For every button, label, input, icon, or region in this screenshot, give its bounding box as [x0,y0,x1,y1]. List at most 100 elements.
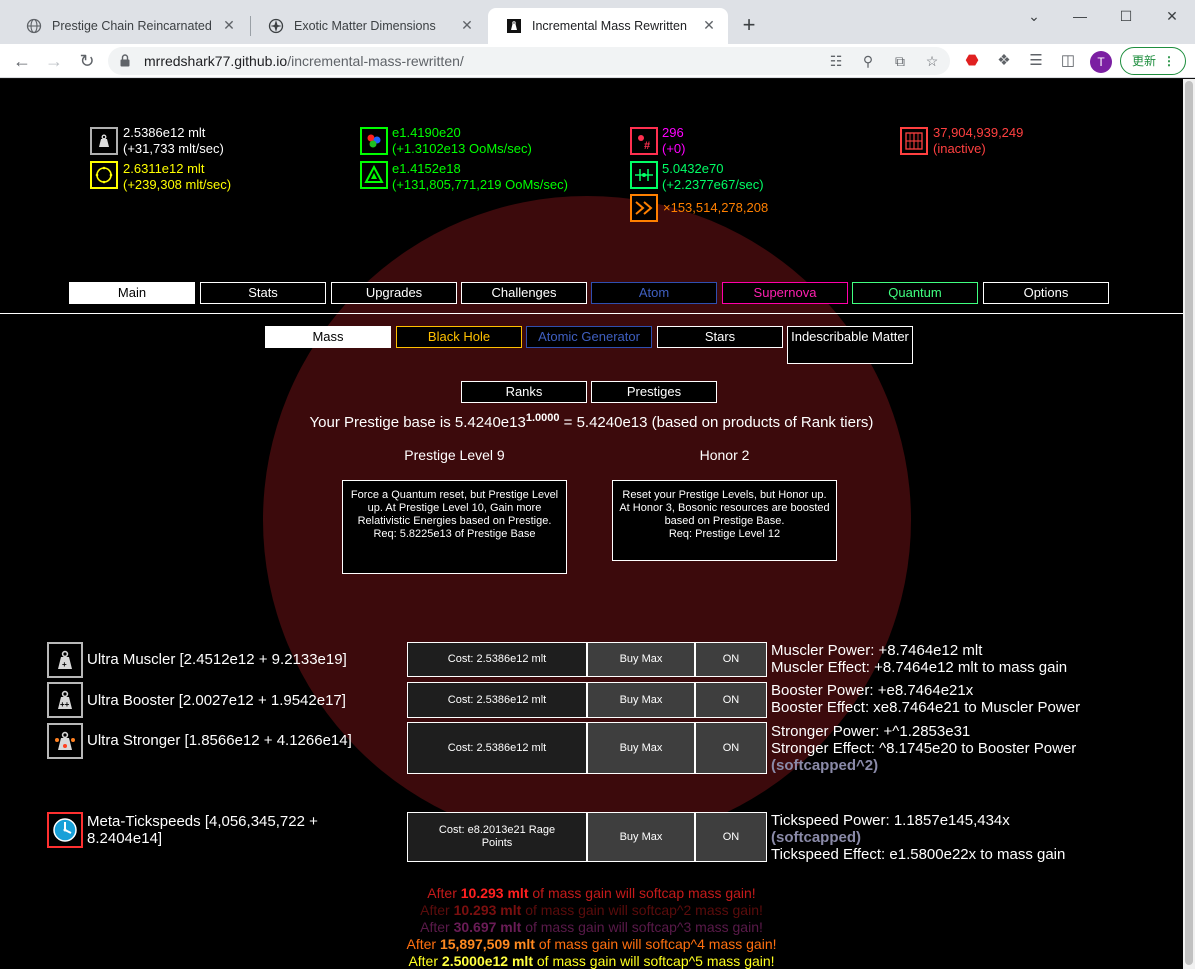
softcap-value: 10.293 mlt [453,902,522,918]
upgrade-cost-button[interactable]: Cost: 2.5386e12 mlt [407,722,587,774]
subtab-black-hole[interactable]: Black Hole [396,326,522,348]
lock-icon [120,54,130,67]
tab-search-icon[interactable]: ⌄ [1011,4,1057,28]
quarks-rate: (+1.3102e13 OoMs/sec) [392,141,532,156]
close-tab-icon[interactable]: ✕ [458,17,476,34]
subtab-ranks[interactable]: Ranks [461,381,587,403]
effect-power: Booster Power: +e8.7464e21x [771,682,974,699]
subtab-stars[interactable]: Stars [657,326,783,348]
close-tab-icon[interactable]: ✕ [700,17,718,34]
upgrade-effect: Muscler Power: +8.7464e12 mlt Muscler Ef… [771,642,1067,676]
honor-button[interactable]: Reset your Prestige Levels, but Honor up… [612,480,837,561]
globe-icon [26,18,42,34]
browser-tab-strip: Prestige Chain Reincarnated ✕ Exotic Mat… [0,0,1195,44]
side-panel-icon[interactable]: ◫ [1058,51,1078,71]
auto-toggle-button[interactable]: ON [695,642,767,677]
buy-max-button[interactable]: Buy Max [587,812,695,862]
supernova-value: 296 [662,125,684,140]
buy-max-button[interactable]: Buy Max [587,682,695,718]
softcap-value: 15,897,509 mlt [439,936,535,952]
stronger-weight-icon [47,723,83,759]
softcap-notice: After 30.697 mlt of mass gain will softc… [0,919,1183,936]
address-bar[interactable]: mrredshark77.github.io/incremental-mass-… [108,47,950,75]
adblock-extension-icon[interactable]: ⬣ [962,51,982,71]
softcap-text: of mass gain will softcap^4 mass gain! [534,936,777,952]
tickspeed-name: Meta-Tickspeeds [4,056,345,722 + 8.2404e… [87,813,318,847]
subtab-indescribable-matter[interactable]: Indescribable Matter [787,326,913,364]
translate-icon[interactable]: ☷ [826,51,846,71]
scrollbar-thumb[interactable] [1185,81,1193,965]
extensions-puzzle-icon[interactable]: ❖ [994,51,1014,71]
tab-exotic-matter[interactable]: Exotic Matter Dimensions ✕ [250,8,486,44]
softcap-notice: After 2.5000e12 mlt of mass gain will so… [0,953,1183,969]
new-tab-button[interactable]: + [738,14,760,36]
supernova-count-icon: # [630,127,658,155]
page-scrollbar[interactable] [1183,79,1195,969]
maximize-button[interactable]: ☐ [1103,4,1149,28]
forward-button[interactable]: → [42,49,66,73]
share-icon[interactable]: ⧉ [890,51,910,71]
effect-value: Muscler Effect: +8.7464e12 mlt to mass g… [771,659,1068,676]
honor-req: Req: Prestige Level 12 [668,528,781,540]
softcap-text: of mass gain will softcap^2 mass gain! [521,902,763,918]
subtab-prestiges[interactable]: Prestiges [591,381,717,403]
upgrade-cost-button[interactable]: Cost: 2.5386e12 mlt [407,682,587,718]
inactive-amount: 37,904,939,249 (inactive) [933,125,1023,157]
tickspeed-effect-value: Tickspeed Effect: e1.5800e22x to mass ga… [771,846,1066,863]
upgrade-effect: Booster Power: +e8.7464e21x Booster Effe… [771,682,1080,716]
update-button[interactable]: 更新 ⋮ [1120,47,1186,75]
prestige-base-line: Your Prestige base is 5.4240e131.0000 = … [0,412,1183,431]
quantum-rate: (+2.2377e67/sec) [662,177,764,192]
auto-toggle-button[interactable]: ON [695,722,767,774]
bookmark-star-icon[interactable]: ☆ [922,51,942,71]
tab-prestige-chain[interactable]: Prestige Chain Reincarnated ✕ [8,8,248,44]
buy-max-button[interactable]: Buy Max [587,722,695,774]
tab-challenges[interactable]: Challenges [461,282,587,304]
close-window-button[interactable]: ✕ [1149,4,1195,28]
softcap-notice: After 10.293 mlt of mass gain will softc… [0,902,1183,919]
buy-max-button[interactable]: Buy Max [587,642,695,677]
honor-title: Honor 2 [699,447,750,463]
subtab-mass[interactable]: Mass [265,326,391,348]
zoom-icon[interactable]: ⚲ [858,51,878,71]
tab-quantum[interactable]: Quantum [852,282,978,304]
muscler-weight-icon: + [47,642,83,678]
tab-options[interactable]: Options [983,282,1109,304]
tab-incremental-mass[interactable]: Incremental Mass Rewritten ✕ [488,8,728,44]
update-label: 更新 [1132,54,1157,68]
upgrade-cost-button[interactable]: Cost: 2.5386e12 mlt [407,642,587,677]
reload-button[interactable]: ↻ [75,49,99,73]
grid-icon [900,127,928,155]
media-queue-icon[interactable]: ☰ [1026,51,1046,71]
inactive-status: (inactive) [933,141,986,156]
softcap-text: After [427,885,461,901]
stardust-amount: e1.4152e18 (+131,805,771,219 OoMs/sec) [392,161,568,193]
prestige-level-desc: Force a Quantum reset, but Prestige Leve… [350,489,559,527]
tab-main[interactable]: Main [69,282,195,304]
tab-supernova[interactable]: Supernova [722,282,848,304]
quarks-value: e1.4190e20 [392,125,461,140]
prestige-base-suffix: = 5.4240e13 (based on products of Rank t… [559,414,874,431]
rage-rate: (+239,308 mlt/sec) [123,177,232,192]
tab-stats[interactable]: Stats [200,282,326,304]
tab-upgrades[interactable]: Upgrades [331,282,457,304]
minimize-button[interactable]: — [1057,4,1103,28]
close-tab-icon[interactable]: ✕ [220,17,238,34]
speed-multiplier: ×153,514,278,208 [663,200,769,215]
back-button[interactable]: ← [10,49,34,73]
tickspeed-cost-button[interactable]: Cost: e8.2013e21 Rage Points [407,812,587,862]
weight-icon [507,19,521,33]
honor-desc: Reset your Prestige Levels, but Honor up… [619,489,830,527]
auto-toggle-button[interactable]: ON [695,682,767,718]
profile-avatar[interactable]: T [1090,51,1112,73]
mass-amount: 2.5386e12 mlt (+31,733 mlt/sec) [123,125,224,157]
auto-toggle-button[interactable]: ON [695,812,767,862]
tab-atom[interactable]: Atom [591,282,717,304]
effect-power: Muscler Power: +8.7464e12 mlt [771,642,983,659]
subtab-atomic-generator[interactable]: Atomic Generator [526,326,652,348]
softcap-text: of mass gain will softcap^5 mass gain! [532,953,775,969]
softcap-text: After [420,902,454,918]
softcap-value: 2.5000e12 mlt [441,953,533,969]
prestige-level-button[interactable]: Force a Quantum reset, but Prestige Leve… [342,480,567,574]
tickspeed-power: Tickspeed Power: 1.1857e145,434x [771,812,1010,829]
